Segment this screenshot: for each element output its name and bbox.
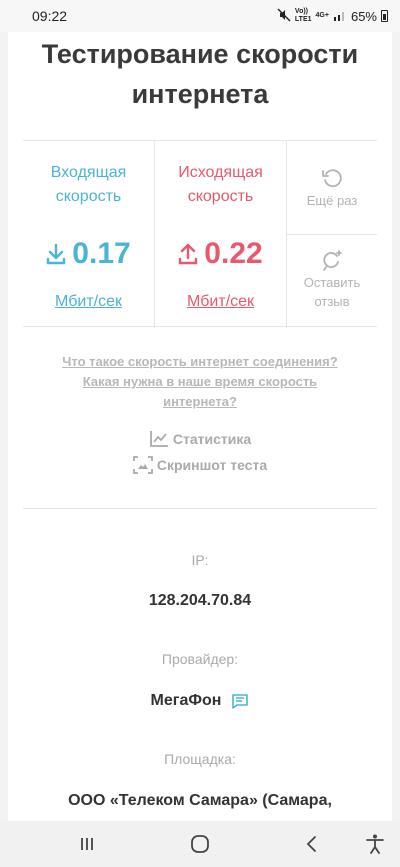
- accessibility-icon: [366, 834, 384, 854]
- battery-icon: [381, 10, 388, 22]
- provider-value: МегаФон: [8, 692, 392, 710]
- accessibility-button[interactable]: [345, 821, 400, 867]
- download-icon: [47, 243, 66, 265]
- download-value: 0.17: [23, 237, 154, 271]
- screenshot-button[interactable]: Скриншот теста: [8, 456, 392, 474]
- speed-results-grid: Входящая скорость 0.17 Мбит/сек Исходяща…: [23, 140, 377, 328]
- upload-icon: [179, 243, 198, 265]
- signal-icon: [333, 9, 347, 24]
- back-button[interactable]: [282, 821, 342, 867]
- section-divider: [23, 508, 377, 509]
- network-label: Vo)) LTE1: [294, 8, 312, 23]
- refresh-icon: [322, 169, 342, 188]
- android-nav-bar: [0, 821, 400, 867]
- speed-test-card: Тестирование скорости интернета Входящая…: [8, 32, 392, 821]
- provider-label: Провайдер:: [161, 651, 239, 667]
- statistics-label: Статистика: [172, 431, 252, 447]
- recent-apps-button[interactable]: [57, 821, 117, 867]
- page-title: Тестирование скорости интернета: [41, 39, 359, 109]
- internet-speed-info-link[interactable]: Что такое скорость интернет соединения? …: [50, 352, 350, 412]
- retry-button[interactable]: Ещё раз: [287, 141, 377, 235]
- network-type: 4G+: [315, 12, 329, 19]
- home-icon: [191, 835, 209, 853]
- back-icon: [306, 836, 316, 852]
- download-label: Входящая скорость: [50, 164, 127, 205]
- retry-label: Ещё раз: [306, 193, 358, 208]
- statistics-button[interactable]: Статистика: [8, 430, 392, 448]
- leave-review-button[interactable]: Оставить отзыв: [287, 235, 377, 328]
- platform-label: Площадка:: [164, 751, 236, 767]
- actions-column: Ещё раз Оставить отзыв: [287, 141, 377, 328]
- screenshot-icon: [132, 456, 153, 474]
- feedback-icon: [323, 250, 342, 271]
- status-time: 09:22: [32, 8, 68, 24]
- ip-label: IP:: [191, 552, 209, 568]
- recent-apps-icon: [81, 838, 93, 850]
- screenshot-label: Скриншот теста: [156, 457, 268, 473]
- upload-column: Исходящая скорость 0.22 Мбит/сек: [154, 141, 287, 328]
- info-links: Что такое скорость интернет соединения? …: [8, 352, 392, 412]
- status-bar: 09:22 Vo)) LTE1 4G+ 65%: [0, 0, 400, 32]
- download-unit-link[interactable]: Мбит/сек: [23, 293, 154, 311]
- mute-icon: [277, 8, 291, 25]
- download-column: Входящая скорость 0.17 Мбит/сек: [23, 141, 154, 328]
- chart-icon: [149, 431, 168, 447]
- home-button[interactable]: [170, 821, 230, 867]
- platform-value: ООО «Телеком Самара» (Самара,: [68, 792, 332, 809]
- ip-value: 128.204.70.84: [148, 592, 252, 609]
- status-icons: Vo)) LTE1 4G+ 65%: [277, 8, 388, 25]
- upload-unit-link[interactable]: Мбит/сек: [155, 293, 286, 311]
- battery-percent: 65%: [350, 8, 377, 24]
- chat-icon[interactable]: [231, 693, 249, 709]
- upload-value: 0.22: [155, 237, 286, 271]
- upload-label: Исходящая скорость: [178, 164, 263, 205]
